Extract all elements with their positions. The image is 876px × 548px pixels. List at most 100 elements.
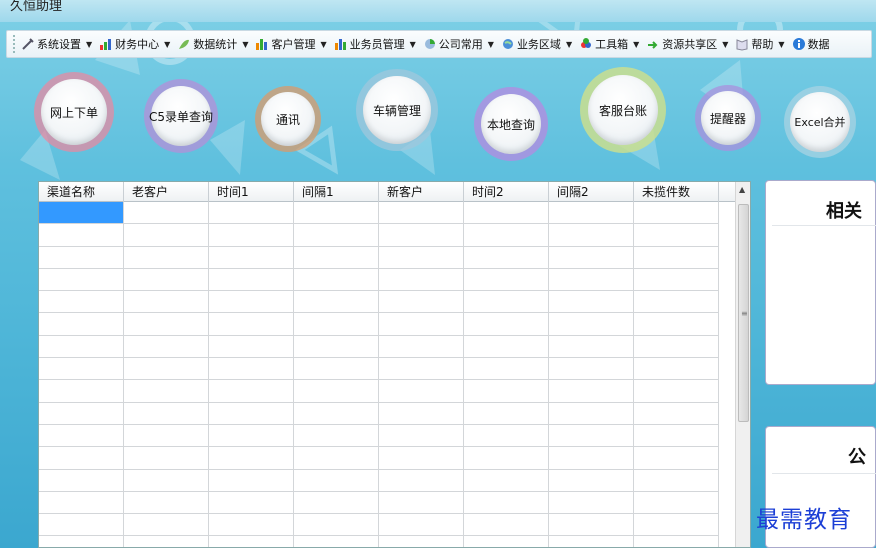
table-cell[interactable] <box>379 268 464 291</box>
table-cell[interactable] <box>634 335 719 358</box>
table-row[interactable] <box>39 424 719 448</box>
table-cell[interactable] <box>464 335 549 358</box>
table-cell[interactable] <box>124 291 209 313</box>
table-cell[interactable] <box>379 447 464 469</box>
table-cell[interactable] <box>209 402 294 424</box>
tile-online-order[interactable]: 网上下单 <box>34 72 114 152</box>
table-cell[interactable] <box>549 380 634 402</box>
menu-statistics[interactable]: 数据统计 ▼ <box>177 36 248 52</box>
table-cell[interactable] <box>39 335 124 358</box>
table-cell[interactable] <box>294 469 379 491</box>
table-cell[interactable] <box>294 491 379 514</box>
table-cell[interactable] <box>379 358 464 380</box>
tile-communication[interactable]: 通讯 <box>255 86 321 152</box>
table-cell[interactable] <box>294 358 379 380</box>
table-cell[interactable] <box>379 514 464 536</box>
table-cell[interactable] <box>39 424 124 447</box>
table-cell[interactable] <box>124 469 209 491</box>
table-row[interactable] <box>39 402 719 425</box>
menu-help[interactable]: 帮助 ▼ <box>735 36 785 52</box>
table-cell[interactable] <box>379 491 464 514</box>
table-cell[interactable] <box>549 402 634 424</box>
table-cell[interactable] <box>209 514 294 536</box>
table-cell[interactable] <box>379 246 464 268</box>
table-cell[interactable] <box>549 536 634 547</box>
table-cell[interactable] <box>634 424 719 447</box>
table-cell[interactable] <box>39 358 124 380</box>
table-row[interactable] <box>39 291 719 314</box>
table-cell[interactable] <box>209 335 294 358</box>
table-cell[interactable] <box>124 514 209 536</box>
table-cell[interactable] <box>209 291 294 313</box>
table-cell[interactable] <box>464 536 549 547</box>
table-cell[interactable] <box>294 246 379 268</box>
table-cell[interactable] <box>549 268 634 291</box>
tile-c5-order-query[interactable]: C5录单查询 <box>144 79 218 153</box>
table-cell[interactable] <box>124 268 209 291</box>
scroll-thumb[interactable]: ≡ <box>738 204 749 422</box>
table-cell[interactable] <box>209 491 294 514</box>
table-cell[interactable] <box>39 514 124 536</box>
table-cell[interactable] <box>294 224 379 246</box>
menu-region[interactable]: 业务区域 ▼ <box>501 36 572 52</box>
tile-service-ledger[interactable]: 客服台账 <box>580 67 666 153</box>
table-cell[interactable] <box>464 291 549 313</box>
table-cell[interactable] <box>634 291 719 313</box>
table-cell[interactable] <box>464 514 549 536</box>
table-cell[interactable] <box>39 402 124 424</box>
table-cell[interactable] <box>294 202 379 224</box>
table-cell[interactable] <box>209 424 294 447</box>
table-cell[interactable] <box>379 291 464 313</box>
table-cell[interactable] <box>379 424 464 447</box>
table-cell[interactable] <box>549 246 634 268</box>
table-cell[interactable] <box>124 402 209 424</box>
table-cell[interactable] <box>294 313 379 335</box>
menu-system-settings[interactable]: 系统设置 ▼ <box>21 36 92 52</box>
table-cell[interactable] <box>39 469 124 491</box>
table-cell[interactable] <box>464 268 549 291</box>
table-cell[interactable] <box>634 246 719 268</box>
table-cell[interactable] <box>39 536 124 547</box>
table-cell[interactable] <box>209 380 294 402</box>
table-cell[interactable] <box>124 224 209 246</box>
column-header-uncollected[interactable]: 未揽件数 <box>634 182 719 202</box>
table-cell[interactable] <box>549 224 634 246</box>
table-cell[interactable] <box>549 335 634 358</box>
table-cell[interactable] <box>379 469 464 491</box>
table-cell[interactable] <box>294 447 379 469</box>
table-cell[interactable] <box>39 380 124 402</box>
menu-data[interactable]: 数据 <box>792 36 830 52</box>
table-cell[interactable] <box>634 358 719 380</box>
menu-finance[interactable]: 财务中心 ▼ <box>99 36 170 52</box>
table-cell[interactable] <box>464 380 549 402</box>
table-cell[interactable] <box>294 402 379 424</box>
table-cell[interactable] <box>39 202 124 224</box>
table-cell[interactable] <box>549 424 634 447</box>
menu-toolbox[interactable]: 工具箱 ▼ <box>579 36 639 52</box>
table-cell[interactable] <box>209 358 294 380</box>
table-cell[interactable] <box>124 313 209 335</box>
table-cell[interactable] <box>549 291 634 313</box>
column-header-time2[interactable]: 时间2 <box>464 182 549 202</box>
table-cell[interactable] <box>379 536 464 547</box>
table-cell[interactable] <box>549 491 634 514</box>
table-cell[interactable] <box>209 246 294 268</box>
table-cell[interactable] <box>634 313 719 335</box>
table-cell[interactable] <box>634 268 719 291</box>
table-cell[interactable] <box>464 202 549 224</box>
table-cell[interactable] <box>464 224 549 246</box>
table-cell[interactable] <box>379 224 464 246</box>
table-row[interactable] <box>39 536 719 547</box>
column-header-new-customers[interactable]: 新客户 <box>379 182 464 202</box>
table-cell[interactable] <box>464 313 549 335</box>
table-cell[interactable] <box>634 447 719 469</box>
tile-local-query[interactable]: 本地查询 <box>474 87 548 161</box>
column-header-channel[interactable]: 渠道名称 <box>39 182 124 202</box>
table-cell[interactable] <box>634 202 719 224</box>
table-cell[interactable] <box>124 424 209 447</box>
table-cell[interactable] <box>124 491 209 514</box>
column-header-interval2[interactable]: 间隔2 <box>549 182 634 202</box>
table-cell[interactable] <box>294 335 379 358</box>
scroll-up-arrow-icon[interactable]: ▲ <box>739 185 745 194</box>
table-cell[interactable] <box>464 491 549 514</box>
